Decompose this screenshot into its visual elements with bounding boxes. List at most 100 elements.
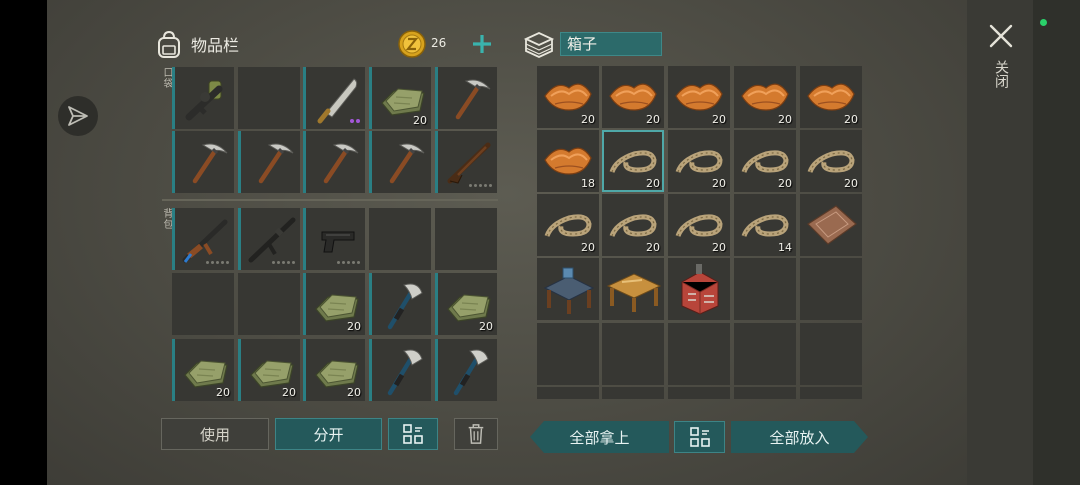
backpack-slot[interactable] <box>369 208 431 270</box>
pocket-slot[interactable]: 20 <box>369 67 431 129</box>
pocket-slot[interactable] <box>238 67 300 129</box>
box-name-field[interactable]: 箱子 <box>560 32 662 56</box>
pocket-slot[interactable] <box>369 131 431 193</box>
item-count: 20 <box>646 113 660 126</box>
backpack-slot[interactable] <box>238 273 300 335</box>
pocket-slot[interactable] <box>303 67 365 129</box>
item-count: 20 <box>347 320 361 333</box>
box-slot[interactable]: 20 <box>668 66 730 128</box>
backpack-slot[interactable] <box>172 273 234 335</box>
game-screen: 关闭 物品栏 26 箱子 口袋 背包 使用 分开 全部拿上 全部放入 20 20… <box>0 0 1080 485</box>
put-all-button[interactable]: 全部放入 <box>731 421 868 453</box>
close-button[interactable] <box>988 23 1014 49</box>
pocket-slot[interactable] <box>303 131 365 193</box>
pickaxe-icon <box>192 143 228 184</box>
pickaxe-icon <box>323 143 359 184</box>
box-slot[interactable] <box>668 258 730 320</box>
box-slot-partial <box>668 387 730 399</box>
item-count: 20 <box>216 386 230 399</box>
box-slot[interactable]: 14 <box>734 194 796 256</box>
box-slot[interactable]: 20 <box>602 194 664 256</box>
share-button[interactable] <box>58 96 98 136</box>
box-slot[interactable]: 20 <box>734 66 796 128</box>
item-count: 14 <box>778 241 792 254</box>
box-slot[interactable]: 18 <box>537 130 599 192</box>
box-slot-partial <box>734 387 796 399</box>
box-slot[interactable] <box>602 323 664 385</box>
welcome-mat-icon <box>807 205 857 245</box>
box-slot[interactable] <box>602 258 664 320</box>
box-slot[interactable] <box>800 323 862 385</box>
pocket-slot[interactable] <box>238 131 300 193</box>
item-count: 20 <box>347 386 361 399</box>
box-slot[interactable]: 20 <box>602 66 664 128</box>
item-count: 20 <box>282 386 296 399</box>
backpack-slot[interactable]: 20 <box>435 273 497 335</box>
furnace-icon <box>681 264 719 315</box>
sort-grid-icon <box>689 427 710 447</box>
item-count: 20 <box>778 177 792 190</box>
backpack-slot[interactable]: 20 <box>303 273 365 335</box>
durability-dots <box>206 261 229 264</box>
pocket-divider <box>162 199 498 201</box>
take-all-button[interactable]: 全部拿上 <box>530 421 669 453</box>
split-button[interactable]: 分开 <box>275 418 382 450</box>
box-slot[interactable] <box>668 323 730 385</box>
backpack-slot[interactable] <box>369 339 431 401</box>
backpack-slot[interactable] <box>369 273 431 335</box>
hatchet-icon <box>387 349 423 396</box>
backpack-slot[interactable] <box>435 208 497 270</box>
box-header: 箱子 <box>522 28 662 60</box>
item-count: 20 <box>479 320 493 333</box>
item-count: 20 <box>712 177 726 190</box>
workbench-icon <box>543 267 595 314</box>
backpack-slot[interactable]: 20 <box>238 339 300 401</box>
backpack-slot[interactable]: 20 <box>303 339 365 401</box>
box-slot[interactable] <box>537 258 599 320</box>
backpack-slot[interactable] <box>435 339 497 401</box>
send-icon <box>68 106 88 126</box>
pickaxe-icon <box>455 79 491 120</box>
box-slot[interactable]: 20 <box>668 194 730 256</box>
box-slot[interactable] <box>800 258 862 320</box>
pocket-slot[interactable] <box>435 131 497 193</box>
box-slot[interactable] <box>734 258 796 320</box>
durability-dots <box>337 261 360 264</box>
box-icon <box>523 32 555 58</box>
box-slot[interactable]: 20 <box>537 66 599 128</box>
sort-inventory-button[interactable] <box>388 418 438 450</box>
hatchet-icon <box>387 283 423 330</box>
item-count: 20 <box>581 113 595 126</box>
box-slot[interactable] <box>734 323 796 385</box>
box-slot[interactable]: 20 <box>668 130 730 192</box>
item-count: 20 <box>778 113 792 126</box>
box-slot-partial <box>537 387 599 399</box>
sort-grid-icon <box>403 424 423 444</box>
inventory-header: 物品栏 <box>155 28 239 60</box>
close-label: 关闭 <box>993 60 1009 88</box>
pocket-slot[interactable] <box>172 131 234 193</box>
box-slot[interactable]: 20 <box>602 130 664 192</box>
box-slot[interactable]: 20 <box>537 194 599 256</box>
box-slot-partial <box>602 387 664 399</box>
box-slot[interactable] <box>537 323 599 385</box>
backpack-slot[interactable] <box>238 208 300 270</box>
add-coins-button[interactable] <box>470 31 494 57</box>
pocket-slot[interactable] <box>172 67 234 129</box>
backpack-slot[interactable] <box>172 208 234 270</box>
status-indicator <box>1040 19 1047 26</box>
box-slot[interactable]: 20 <box>734 130 796 192</box>
trash-button[interactable] <box>454 418 498 450</box>
backpack-slot[interactable]: 20 <box>172 339 234 401</box>
pickaxe-icon <box>258 143 294 184</box>
item-count: 20 <box>712 113 726 126</box>
use-button[interactable]: 使用 <box>161 418 269 450</box>
box-slot[interactable]: 20 <box>800 66 862 128</box>
box-slot[interactable]: 20 <box>800 130 862 192</box>
screen-edge <box>1033 0 1080 485</box>
sort-box-button[interactable] <box>674 421 725 453</box>
item-count: 18 <box>581 177 595 190</box>
pocket-slot[interactable] <box>435 67 497 129</box>
box-slot[interactable] <box>800 194 862 256</box>
backpack-slot[interactable] <box>303 208 365 270</box>
